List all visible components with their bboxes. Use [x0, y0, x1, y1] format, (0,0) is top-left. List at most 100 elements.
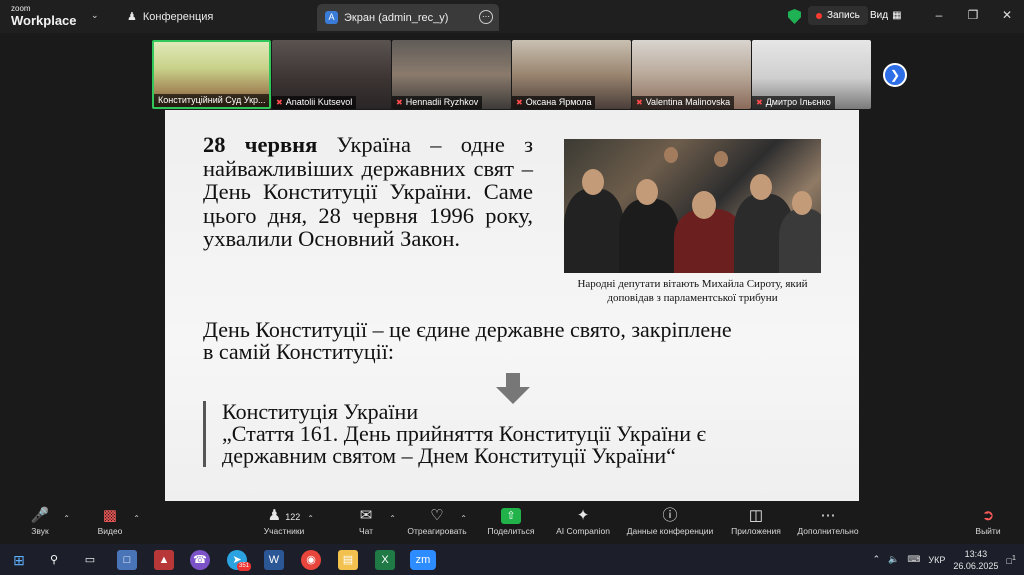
- clock[interactable]: 13:43 26.06.2025: [953, 548, 998, 572]
- slide-paragraph-2: День Конституції – це єдине державне свя…: [203, 317, 732, 364]
- leave-button[interactable]: ➲ Выйти: [948, 506, 1024, 536]
- chrome-icon[interactable]: ◉: [301, 550, 321, 570]
- apps-button[interactable]: ◫ Приложения: [716, 506, 796, 536]
- participant-name: Hennadii Ryzhkov: [405, 97, 479, 107]
- conference-label: Конференция: [142, 10, 214, 23]
- notifications-icon[interactable]: □1: [1006, 553, 1016, 566]
- caret-up-icon[interactable]: ⌃: [133, 514, 140, 523]
- participant-name: Оксана Ярмола: [525, 97, 592, 107]
- excel-icon[interactable]: X: [375, 550, 395, 570]
- react-button[interactable]: ♡ Отреагировать ⌃: [397, 506, 477, 536]
- clock-date: 26.06.2025: [953, 560, 999, 571]
- more-icon[interactable]: ⋯: [479, 10, 493, 24]
- view-button[interactable]: Вид ▦: [870, 10, 902, 21]
- historic-photo: [564, 139, 821, 273]
- grid-icon: ▦: [892, 10, 902, 21]
- slide-paragraph-1: 28 червня Україна – одне з найважливіших…: [203, 133, 533, 251]
- windows-start-icon[interactable]: ⊞: [9, 550, 29, 570]
- more-label: Дополнительно: [797, 526, 859, 536]
- caret-up-icon[interactable]: ⌃: [460, 514, 467, 523]
- participants-label: Участники: [263, 526, 305, 536]
- search-icon[interactable]: ⚲: [44, 550, 64, 570]
- folder-icon[interactable]: ▤: [338, 550, 358, 570]
- apps-icon: ◫: [748, 507, 764, 524]
- mic-off-icon: ✖: [396, 98, 403, 107]
- share-screen-icon: ⇧: [471, 506, 551, 526]
- sparkle-icon: ✦: [576, 507, 590, 524]
- chat-label: Чат: [358, 526, 374, 536]
- brand-small: zoom: [11, 4, 31, 13]
- leave-icon: ➲: [981, 507, 995, 524]
- participant-name: Valentina Malinovska: [645, 97, 731, 107]
- caret-up-icon[interactable]: ⌃: [63, 514, 70, 523]
- mic-off-icon: ✖: [756, 98, 763, 107]
- zoom-logo[interactable]: zoom Workplace: [11, 4, 77, 28]
- ai-label: AI Companion: [556, 526, 610, 536]
- more-button[interactable]: ⋯ Дополнительно: [788, 506, 868, 536]
- app-icon[interactable]: ▲: [154, 550, 174, 570]
- ai-companion-button[interactable]: ✦ AI Companion: [543, 506, 623, 536]
- participant-tile[interactable]: ✖ Дмитро Ільєнко: [752, 40, 871, 109]
- record-dot-icon: [816, 12, 822, 19]
- share-button[interactable]: ⇧ Поделиться: [471, 506, 551, 536]
- security-shield-icon[interactable]: [788, 9, 801, 24]
- quote-title: Конституція України: [222, 399, 419, 424]
- speaker-icon[interactable]: 🔈: [888, 554, 899, 565]
- video-label: Видео: [97, 526, 123, 536]
- zoom-taskbar-icon[interactable]: zm: [410, 550, 436, 570]
- keyboard-icon[interactable]: ⌨: [907, 554, 920, 565]
- file-app-icon[interactable]: □: [117, 550, 137, 570]
- participant-tile[interactable]: ✖ Valentina Malinovska: [632, 40, 751, 109]
- telegram-icon[interactable]: ➤ 351: [227, 550, 252, 571]
- video-button[interactable]: ▩ Видео ⌃: [70, 506, 150, 536]
- view-label: Вид: [870, 10, 889, 21]
- word-icon[interactable]: W: [264, 550, 284, 570]
- clock-time: 13:43: [964, 548, 988, 559]
- meeting-info-button[interactable]: ⓘ Данные конференции: [619, 506, 721, 536]
- telegram-badge: 351: [237, 562, 252, 571]
- participant-tile[interactable]: ✖ Anatolii Kutsevol: [272, 40, 391, 109]
- chat-button[interactable]: ✉ Чат ⌃: [326, 506, 406, 536]
- language-indicator[interactable]: УКР: [928, 555, 945, 565]
- info-label: Данные конференции: [626, 526, 714, 536]
- recording-indicator[interactable]: Запись: [808, 6, 868, 25]
- tab-badge: A: [325, 11, 338, 24]
- mic-off-icon: ✖: [276, 98, 283, 107]
- participant-name: Конституційний Суд Укр...: [154, 94, 269, 107]
- chevron-up-icon[interactable]: ⌃: [873, 554, 881, 565]
- participants-count: 122: [285, 512, 301, 522]
- shared-slide: 28 червня Україна – одне з найважливіших…: [165, 110, 859, 501]
- task-view-icon[interactable]: ▭: [80, 550, 100, 570]
- chevron-right-icon[interactable]: ❯: [883, 63, 907, 87]
- participant-tile[interactable]: ✖ Оксана Ярмола: [512, 40, 631, 109]
- meeting-toolbar: 🎤 Звук ⌃ ▩ Видео ⌃ ♟ 122 Участники ⌃ ✉ Ч…: [0, 502, 1024, 544]
- recording-label: Запись: [827, 10, 860, 21]
- info-icon: ⓘ: [662, 507, 678, 524]
- restore-button[interactable]: ❐: [956, 0, 990, 30]
- notification-count: 1: [1011, 553, 1016, 562]
- apps-label: Приложения: [731, 526, 781, 536]
- caret-up-icon[interactable]: ⌃: [307, 514, 314, 523]
- participants-button[interactable]: ♟ 122 Участники ⌃: [244, 506, 324, 536]
- chevron-down-icon[interactable]: ⌄: [91, 10, 99, 21]
- participant-name: Дмитро Ільєнко: [765, 97, 831, 107]
- viber-icon[interactable]: ☎: [190, 550, 210, 570]
- quote-text: „Стаття 161. День прийняття Конституції …: [222, 421, 706, 468]
- audio-label: Звук: [31, 526, 49, 536]
- share-label: Поделиться: [487, 526, 535, 536]
- mic-off-icon: ✖: [516, 98, 523, 107]
- audio-button[interactable]: 🎤 Звук ⌃: [0, 506, 80, 536]
- participant-tile[interactable]: ✖ Hennadii Ryzhkov: [392, 40, 511, 109]
- participant-tile[interactable]: Конституційний Суд Укр...: [152, 40, 271, 109]
- caret-up-icon[interactable]: ⌃: [389, 514, 396, 523]
- close-button[interactable]: ✕: [990, 0, 1024, 30]
- participant-strip: Конституційний Суд Укр... ✖ Anatolii Kuts…: [152, 40, 872, 109]
- tab-label: Экран (admin_rec_y): [344, 11, 449, 24]
- people-icon: ♟: [127, 11, 137, 23]
- screen-share-tab[interactable]: A Экран (admin_rec_y) ⋯: [317, 4, 499, 31]
- conference-tab[interactable]: ♟ Конференция: [127, 10, 214, 24]
- title-bar: zoom Workplace ⌄ ♟ Конференция A Экран (…: [0, 0, 1024, 33]
- constitution-quote: Конституція України „Стаття 161. День пр…: [203, 401, 803, 467]
- minimize-button[interactable]: –: [922, 0, 956, 30]
- mic-off-icon: ✖: [636, 98, 643, 107]
